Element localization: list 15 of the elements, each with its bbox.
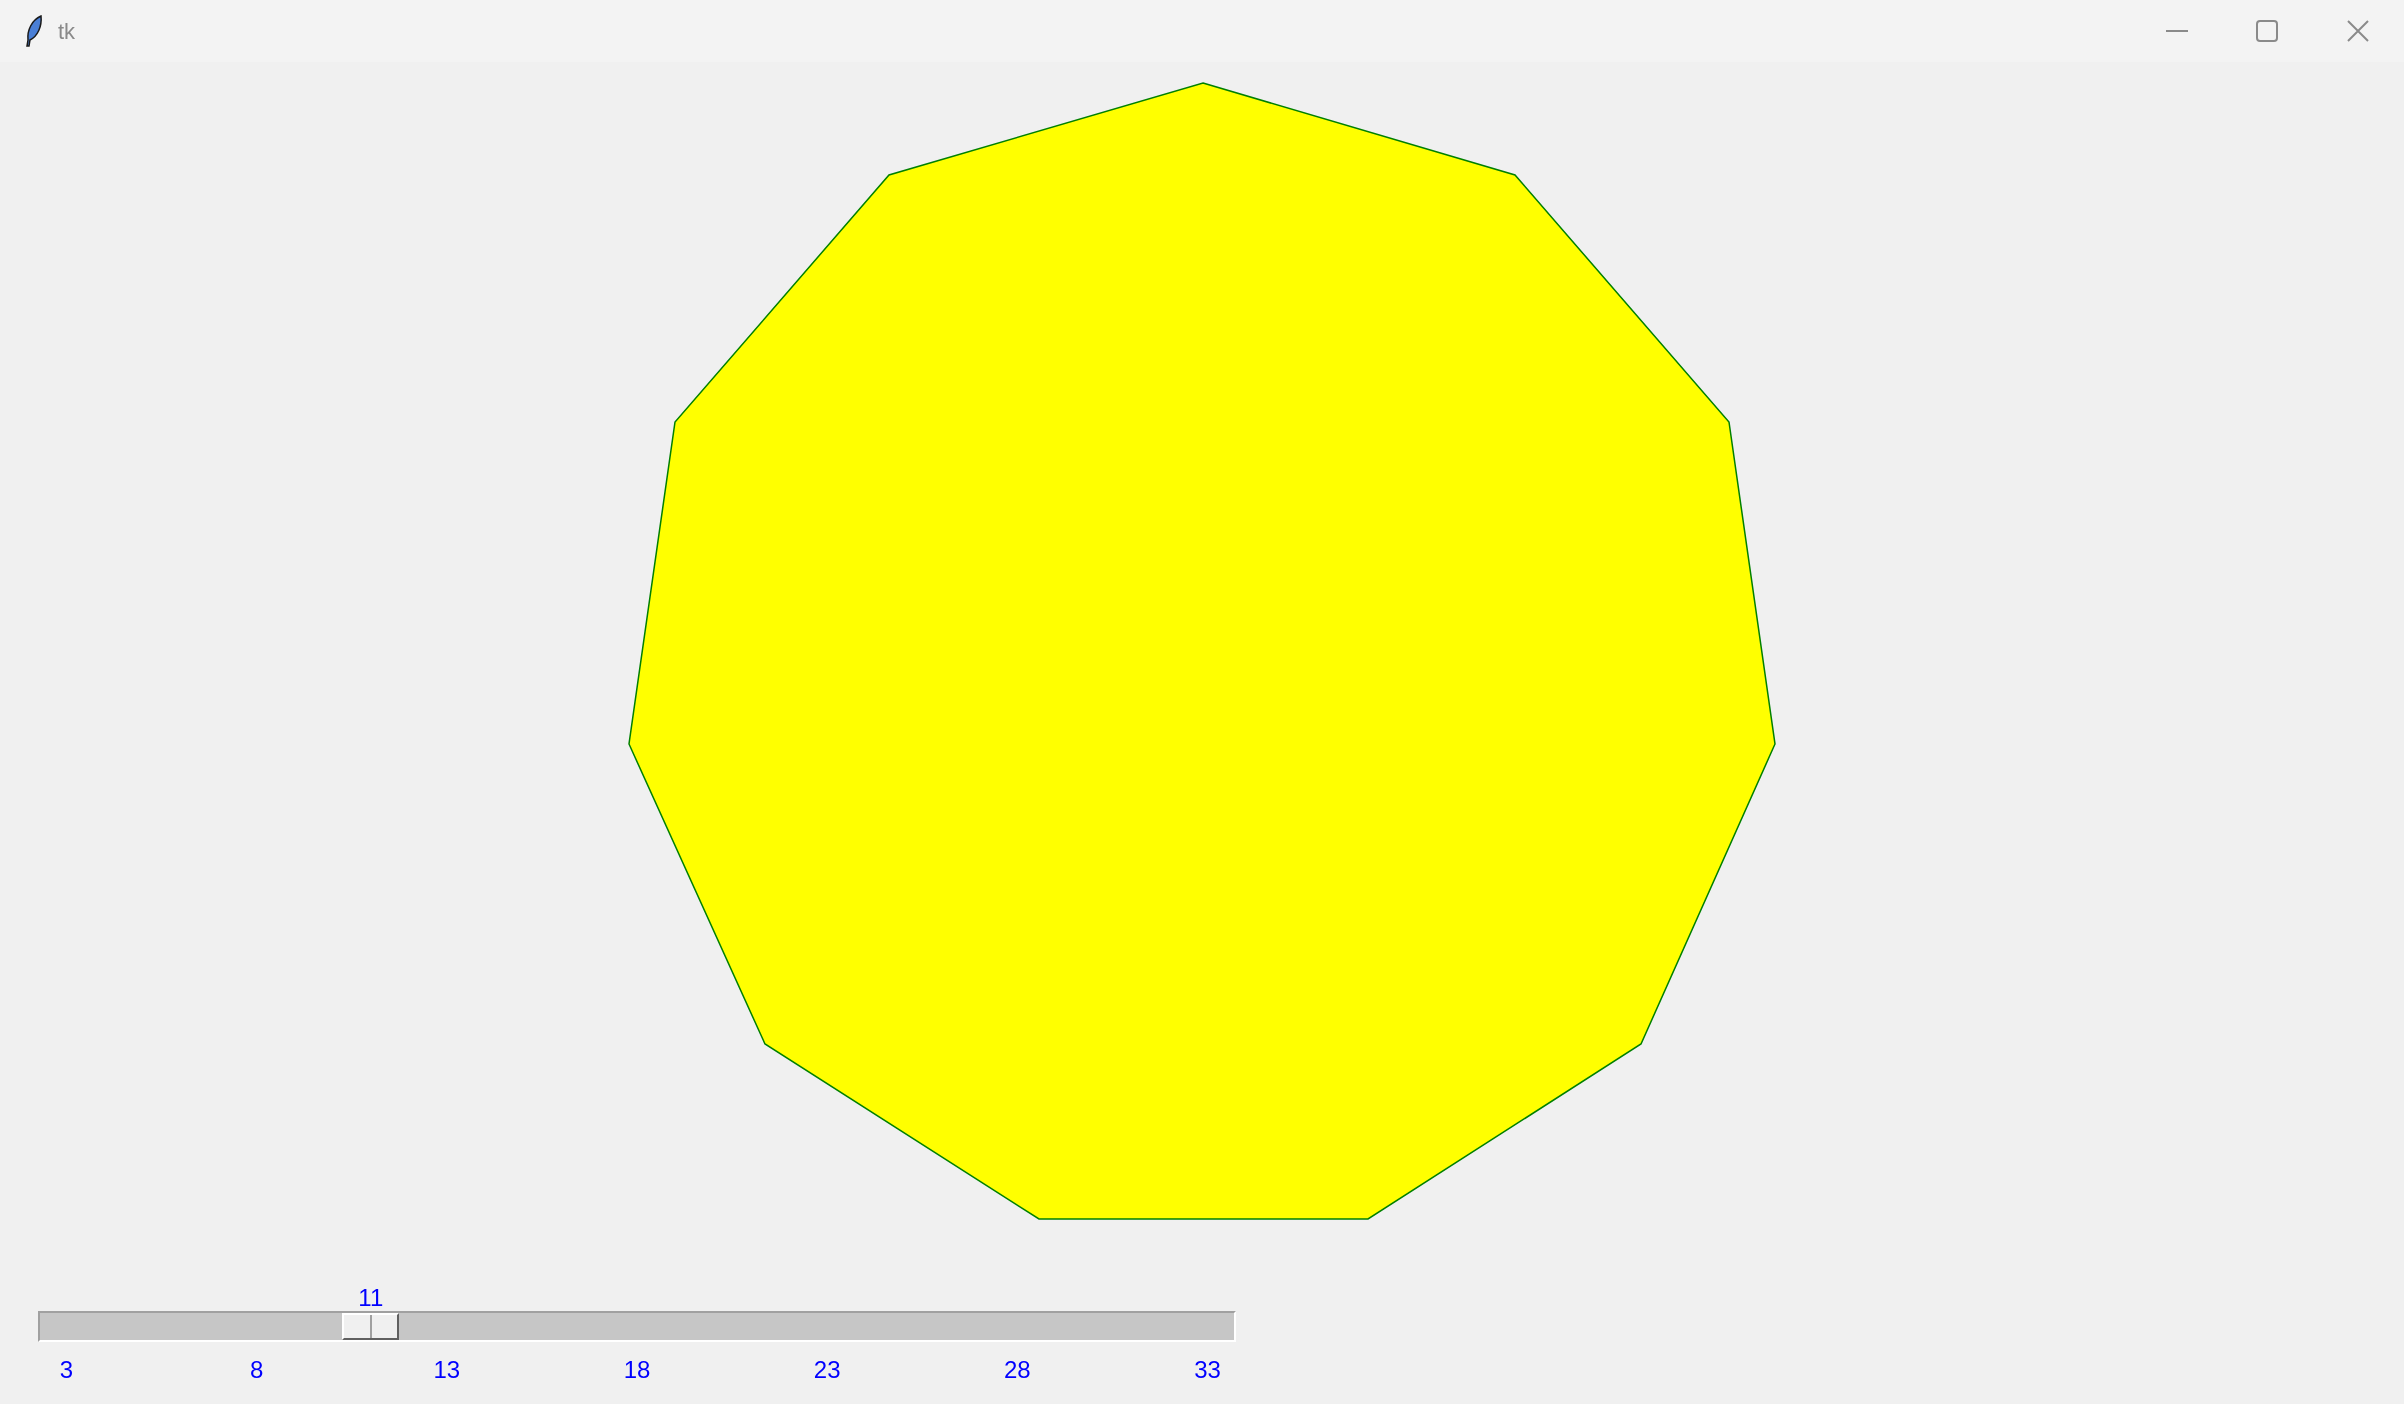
feather-icon <box>24 14 44 48</box>
maximize-icon <box>2256 20 2278 42</box>
tick-label: 3 <box>58 1355 75 1385</box>
tick-label: 28 <box>1002 1355 1032 1385</box>
tick-label: 23 <box>812 1355 842 1385</box>
close-icon <box>2347 20 2369 42</box>
tick-label: 8 <box>248 1355 265 1385</box>
tick-label: 18 <box>622 1355 652 1385</box>
slider-track[interactable] <box>38 1311 1236 1342</box>
slider-thumb[interactable] <box>342 1313 400 1340</box>
minimize-icon <box>2166 30 2188 32</box>
window-title: tk <box>58 17 76 46</box>
slider-value: 11 <box>357 1283 385 1313</box>
tick-label: 13 <box>432 1355 462 1385</box>
tick-label: 33 <box>1193 1355 1222 1385</box>
